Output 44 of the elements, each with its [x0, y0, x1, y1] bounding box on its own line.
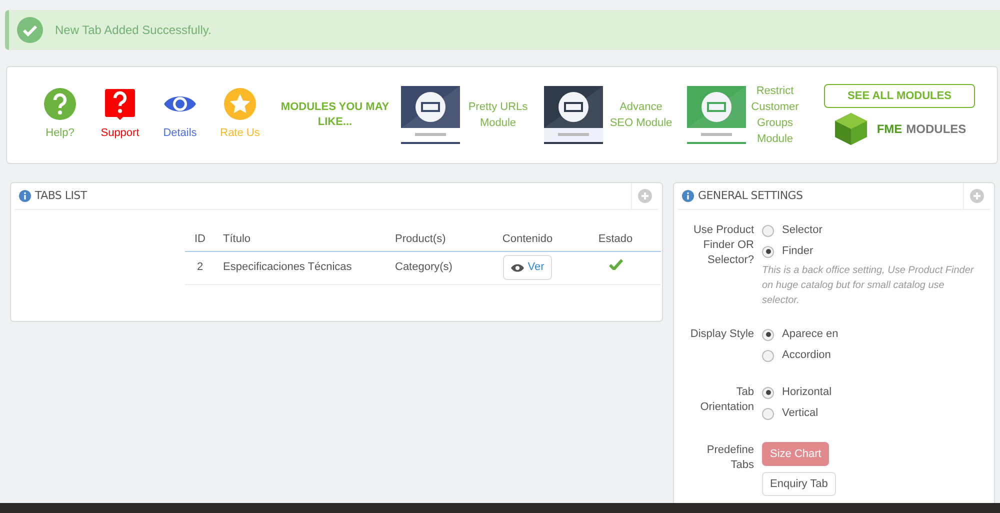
module-suggestion-link[interactable]: Restrict Customer Groups Module	[750, 83, 800, 147]
add-icon[interactable]	[970, 189, 984, 203]
module-link[interactable]: Support	[100, 125, 140, 142]
column-header: Título	[223, 232, 251, 244]
radio-option[interactable]: Accordion	[762, 345, 977, 366]
field-label: Display Style	[689, 327, 754, 342]
field-label: Use Product Finder OR Selector?	[692, 223, 754, 268]
table-cell: Especificaciones Técnicas	[223, 261, 352, 274]
brand-name: MODULES	[906, 122, 966, 136]
radio-option[interactable]: Finder	[762, 241, 977, 262]
help-icon[interactable]	[44, 88, 76, 120]
tab-preset-button[interactable]: Enquiry Tab	[762, 472, 836, 496]
module-link[interactable]: Details	[163, 125, 197, 142]
module-suggestion-link[interactable]: Pretty URLs Module	[464, 99, 532, 131]
eye-icon	[510, 264, 524, 272]
radio-option[interactable]: Vertical	[762, 403, 977, 424]
info-icon	[682, 190, 694, 202]
support-icon[interactable]	[104, 88, 136, 120]
add-icon[interactable]	[638, 189, 652, 203]
radio-option[interactable]: Selector	[762, 220, 977, 241]
column-header: ID	[194, 232, 206, 244]
modules-heading: MODULES YOU MAY LIKE...	[280, 100, 390, 130]
radio-option[interactable]: Horizontal	[762, 382, 977, 403]
field-label: Tab Orientation	[699, 385, 754, 415]
radio-option[interactable]: Aparece en	[762, 324, 977, 345]
info-icon	[19, 190, 31, 202]
field-label: Predefine Tabs	[706, 443, 754, 473]
table-cell: 2	[196, 261, 204, 274]
column-header: Product(s)	[395, 232, 446, 244]
panel-title: TABS LIST	[35, 188, 87, 204]
table-cell: Category(s)	[395, 261, 452, 274]
check-circle-icon	[17, 17, 43, 43]
view-button[interactable]: Ver	[502, 255, 552, 280]
column-header: Contenido	[502, 232, 553, 244]
success-message: New Tab Added Successfully.	[55, 22, 212, 39]
module-link[interactable]: Help?	[46, 125, 74, 142]
column-header: Estado	[598, 232, 633, 244]
see-all-modules-button[interactable]: SEE ALL MODULES	[824, 84, 975, 108]
panel-title: GENERAL SETTINGS	[698, 188, 803, 204]
brand-name: FME	[876, 122, 902, 136]
help-text: This is a back office setting, Use Product Finder on huge catalog but for small catalog use selector.	[762, 264, 975, 308]
fme-cube-logo-icon	[832, 112, 869, 146]
module-suggestion-link[interactable]: Advance SEO Module	[607, 99, 675, 131]
tab-preset-button[interactable]: Size Chart	[762, 442, 830, 466]
